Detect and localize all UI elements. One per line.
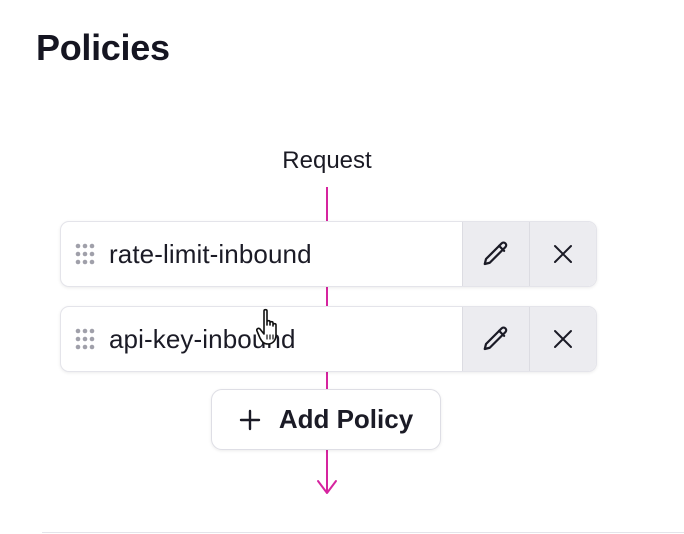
- pencil-icon: [483, 241, 508, 266]
- policy-name: rate-limit-inbound: [109, 238, 312, 269]
- pencil-icon: [483, 326, 508, 351]
- remove-policy-button[interactable]: [529, 222, 596, 286]
- close-icon: [554, 245, 572, 263]
- flow-line-middle: [326, 286, 328, 306]
- drag-handle-icon[interactable]: [61, 307, 109, 371]
- edit-policy-button[interactable]: [462, 307, 529, 371]
- policy-card[interactable]: api-key-inbound: [60, 306, 597, 372]
- policy-card[interactable]: rate-limit-inbound: [60, 221, 597, 287]
- page-title: Policies: [36, 27, 170, 68]
- flow-line-top: [326, 187, 328, 221]
- add-policy-label: Add Policy: [278, 404, 414, 434]
- add-policy-button[interactable]: Add Policy: [211, 389, 441, 450]
- close-icon: [554, 330, 572, 348]
- flow-line-lower: [326, 371, 328, 389]
- remove-policy-button[interactable]: [529, 307, 596, 371]
- plus-icon: [239, 409, 261, 430]
- flow-arrow-head-icon: [317, 480, 337, 494]
- flow-start-label: Request: [282, 147, 372, 174]
- edit-policy-button[interactable]: [462, 222, 529, 286]
- section-divider: [42, 532, 684, 533]
- hand-pointer-icon: [256, 308, 277, 345]
- drag-handle-icon[interactable]: [61, 222, 109, 286]
- policies-page: Policies Request rate-limit-inbound api-…: [0, 0, 684, 534]
